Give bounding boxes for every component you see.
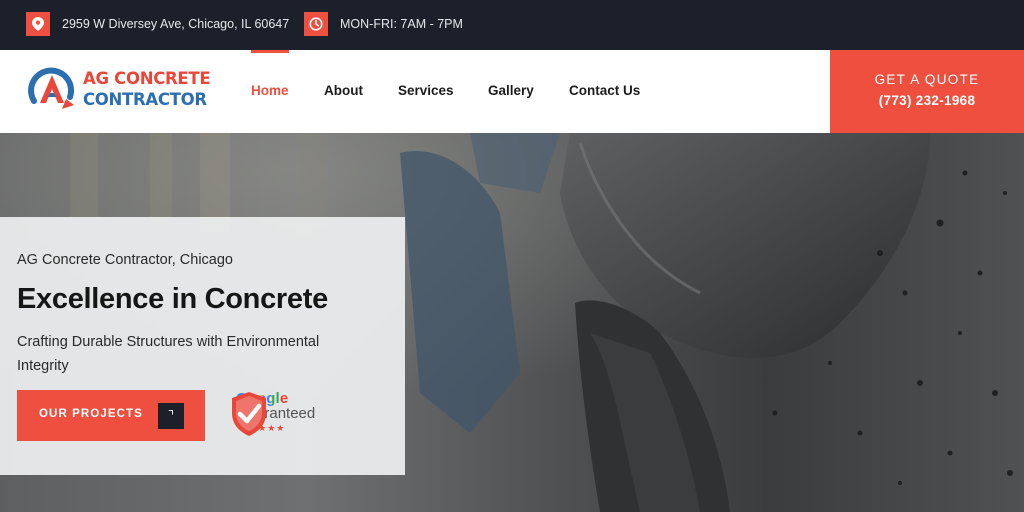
clock-icon — [304, 12, 328, 36]
hours-text: MON-FRI: 7AM - 7PM — [340, 17, 463, 31]
hero-subtitle: Crafting Durable Structures with Environ… — [17, 334, 320, 374]
google-guaranteed-badge: Google Guaranteed ★★★★★ — [230, 391, 315, 436]
nav-gallery[interactable]: Gallery — [488, 83, 534, 98]
logo-line-2: CONTRACTOR — [83, 90, 207, 109]
our-projects-label: OUR PROJECTS — [39, 408, 143, 420]
logo-mark-icon — [28, 67, 75, 109]
our-projects-button[interactable]: OUR PROJECTS ⌝ — [17, 390, 205, 441]
nav-home[interactable]: Home — [251, 83, 289, 98]
hero-card: AG Concrete Contractor, Chicago Excellen… — [0, 217, 405, 475]
active-nav-indicator — [251, 50, 289, 53]
get-a-quote-button[interactable]: GET A QUOTE (773) 232-1968 — [830, 50, 1024, 133]
site-logo[interactable]: AG CONCRETE CONTRACTOR — [26, 63, 211, 115]
address-text: 2959 W Diversey Ave, Chicago, IL 60647 — [62, 17, 290, 31]
map-pin-icon — [26, 12, 50, 36]
shield-check-icon — [232, 392, 266, 436]
top-bar: 2959 W Diversey Ave, Chicago, IL 60647 M… — [0, 0, 1024, 50]
site-header: AG CONCRETE CONTRACTOR Home About Servic… — [0, 50, 1024, 133]
hero-title: Excellence in Concrete — [17, 283, 328, 315]
hero-section: AG Concrete Contractor, Chicago Excellen… — [0, 133, 1024, 512]
logo-line-1: AG CONCRETE — [83, 69, 211, 88]
nav-contact-us[interactable]: Contact Us — [569, 83, 640, 98]
hero-kicker: AG Concrete Contractor, Chicago — [17, 252, 233, 268]
quote-label: GET A QUOTE — [874, 72, 980, 87]
quote-phone[interactable]: (773) 232-1968 — [830, 93, 1024, 108]
arrow-corner-icon: ⌝ — [158, 403, 184, 429]
address-info: 2959 W Diversey Ave, Chicago, IL 60647 — [26, 12, 289, 36]
hours-info: MON-FRI: 7AM - 7PM — [304, 12, 463, 36]
nav-services[interactable]: Services — [398, 83, 454, 98]
nav-about[interactable]: About — [324, 83, 363, 98]
